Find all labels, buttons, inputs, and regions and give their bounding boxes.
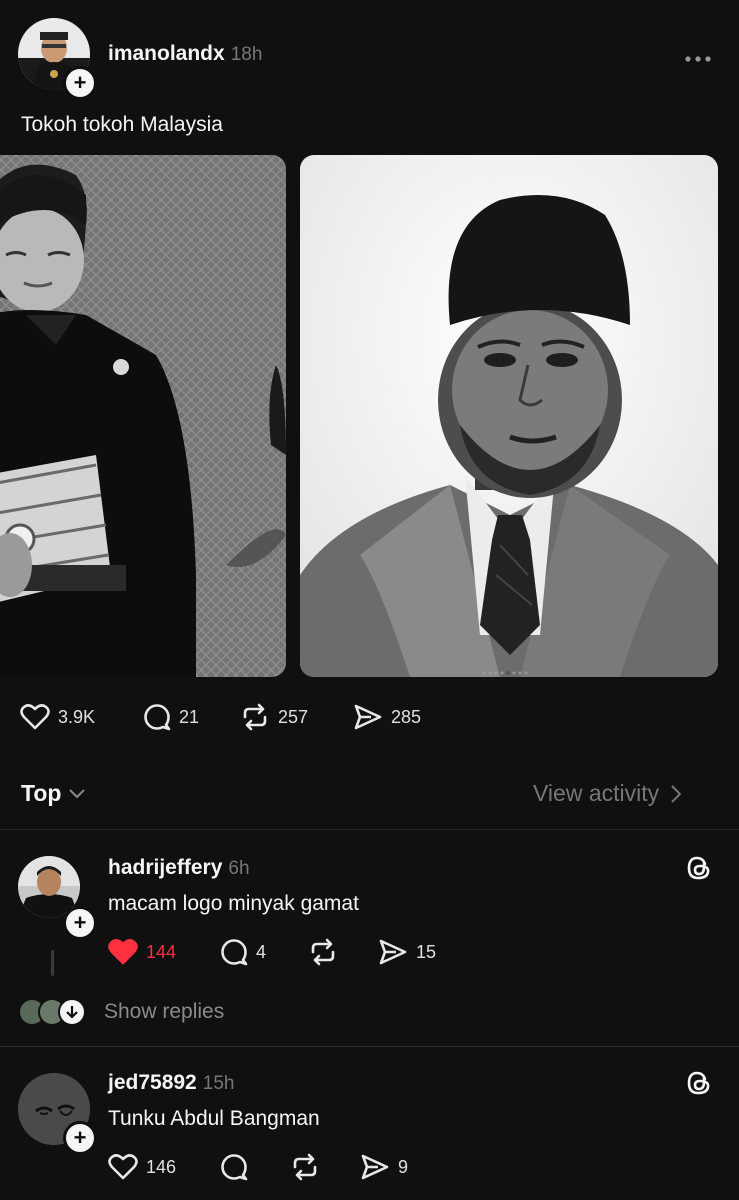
follow-plus-button[interactable]: + — [63, 66, 97, 100]
repost-icon — [311, 938, 335, 966]
comment-count: 21 — [179, 706, 200, 727]
reply-header: jed75892 15h — [108, 1071, 234, 1095]
comment-count: 4 — [256, 941, 267, 962]
reply-text: macam logo minyak gamat — [108, 892, 359, 915]
divider — [0, 1046, 739, 1047]
like-button[interactable]: 146 — [108, 1153, 176, 1181]
heart-icon — [108, 1154, 138, 1180]
comment-bubble-icon — [221, 939, 248, 966]
show-replies-row[interactable]: Show replies — [18, 998, 224, 1026]
send-icon — [354, 704, 382, 730]
like-count: 146 — [146, 1156, 177, 1177]
repost-count: 257 — [278, 706, 309, 727]
comment-button[interactable]: 4 — [220, 938, 266, 966]
reply-username[interactable]: hadrijeffery — [108, 856, 222, 879]
like-button[interactable]: 144 — [108, 938, 176, 966]
threads-icon[interactable] — [685, 1068, 713, 1103]
show-replies-label: Show replies — [104, 1000, 225, 1023]
repost-button[interactable] — [308, 938, 338, 966]
heart-filled-icon — [108, 939, 138, 965]
comment-button[interactable]: 21 — [143, 703, 199, 731]
share-button[interactable]: 15 — [378, 938, 436, 966]
chevron-right-icon — [671, 784, 682, 803]
like-button[interactable]: 3.9K — [20, 703, 95, 731]
follow-plus-button[interactable]: + — [63, 1121, 97, 1155]
share-button[interactable]: 9 — [360, 1153, 408, 1181]
chevron-down-icon — [69, 788, 86, 798]
share-count: 9 — [398, 1156, 409, 1177]
reply-time: 6h — [228, 858, 250, 879]
share-count: 285 — [391, 706, 422, 727]
sort-dropdown[interactable]: Top — [21, 780, 86, 807]
reply-text: Tunku Abdul Bangman — [108, 1107, 320, 1130]
comment-button[interactable] — [220, 1153, 248, 1181]
repost-button[interactable]: 257 — [240, 703, 308, 731]
post-username[interactable]: imanolandx — [108, 42, 225, 65]
more-options-icon[interactable] — [684, 50, 712, 68]
share-count: 15 — [416, 941, 437, 962]
post-text: Tokoh tokoh Malaysia — [21, 113, 223, 136]
arrow-down-icon — [58, 998, 86, 1026]
heart-icon — [20, 704, 50, 730]
comment-bubble-icon — [144, 704, 171, 731]
view-activity-label: View activity — [533, 780, 660, 806]
divider — [0, 829, 739, 830]
post-header: imanolandx 18h — [108, 42, 262, 66]
repost-icon — [243, 703, 267, 731]
view-activity-link[interactable]: View activity — [533, 780, 682, 807]
post-image-1[interactable] — [0, 155, 286, 677]
reply-time: 15h — [202, 1073, 235, 1094]
reply-username[interactable]: jed75892 — [108, 1071, 197, 1094]
repost-icon — [293, 1153, 317, 1181]
reply-header: hadrijeffery 6h — [108, 856, 250, 880]
repost-button[interactable] — [290, 1153, 320, 1181]
threads-icon[interactable] — [685, 853, 713, 888]
follow-plus-button[interactable]: + — [63, 906, 97, 940]
like-count: 144 — [146, 941, 177, 962]
comment-bubble-icon — [221, 1154, 248, 1181]
sort-label: Top — [21, 780, 62, 806]
send-icon — [379, 939, 407, 965]
send-icon — [361, 1154, 389, 1180]
post-time: 18h — [230, 44, 263, 65]
post-image-2[interactable] — [300, 155, 718, 677]
thread-line — [51, 950, 54, 976]
share-button[interactable]: 285 — [353, 703, 421, 731]
like-count: 3.9K — [58, 706, 96, 727]
